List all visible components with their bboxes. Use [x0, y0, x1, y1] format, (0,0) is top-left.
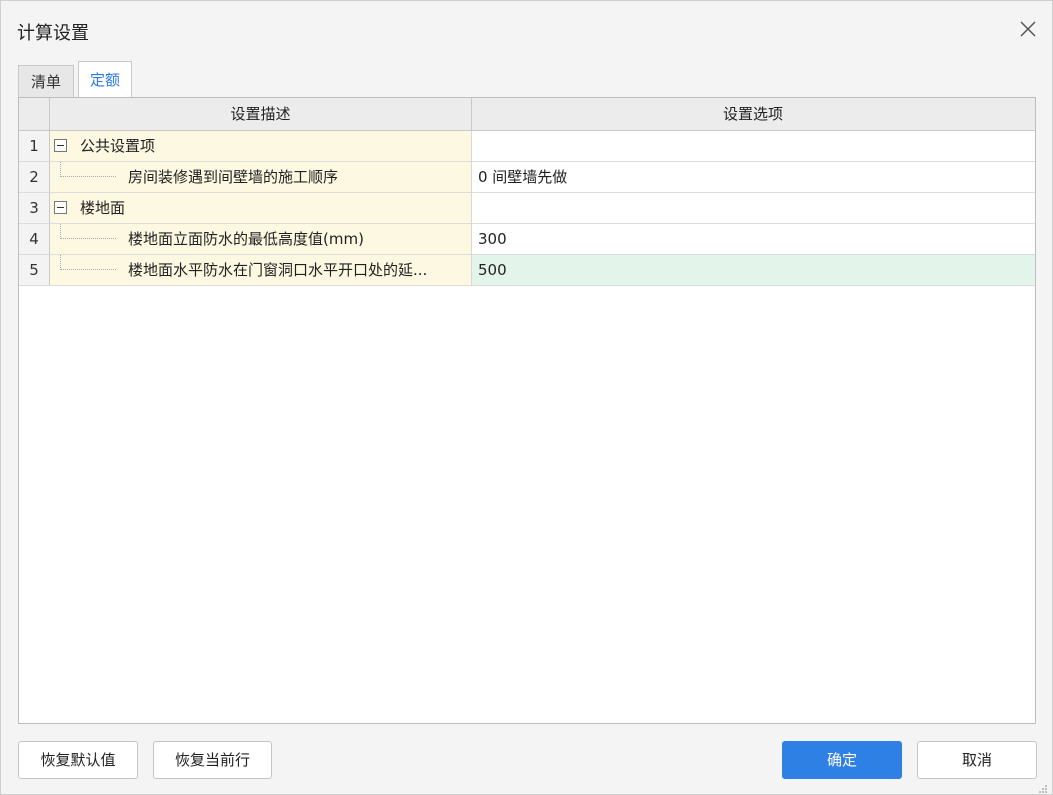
table-row[interactable]: 2 房间装修遇到间壁墙的施工顺序 0 间壁墙先做: [19, 162, 1035, 193]
setting-label: 楼地面立面防水的最低高度值(mm): [128, 230, 364, 248]
tree-connector: [60, 162, 61, 177]
header-rownum: [19, 98, 50, 130]
grid-header: 设置描述 设置选项: [19, 98, 1035, 131]
row-number: 1: [19, 131, 50, 161]
tree-connector: [60, 269, 116, 270]
restore-current-row-button[interactable]: 恢复当前行: [153, 741, 272, 779]
close-icon[interactable]: [1016, 17, 1040, 41]
tab-dinge[interactable]: 定额: [78, 61, 132, 99]
tab-qingdan[interactable]: 清单: [18, 65, 74, 99]
row-number: 2: [19, 162, 50, 192]
table-row[interactable]: 3 楼地面: [19, 193, 1035, 224]
collapse-icon[interactable]: [54, 139, 67, 152]
row-option-cell[interactable]: 500: [472, 255, 1035, 285]
tree-connector: [60, 238, 116, 239]
setting-label: 房间装修遇到间壁墙的施工顺序: [128, 168, 339, 186]
row-number: 5: [19, 255, 50, 285]
group-label: 公共设置项: [80, 137, 156, 155]
table-row[interactable]: 4 楼地面立面防水的最低高度值(mm) 300: [19, 224, 1035, 255]
row-option-cell[interactable]: 300: [472, 224, 1035, 254]
row-option-cell[interactable]: 0 间壁墙先做: [472, 162, 1035, 192]
cancel-button[interactable]: 取消: [917, 741, 1037, 779]
tree-connector: [60, 224, 61, 239]
table-row-selected[interactable]: 5 楼地面水平防水在门窗洞口水平开口处的延... 500: [19, 255, 1035, 286]
settings-grid: 设置描述 设置选项 1 公共设置项 2 房间装修遇到间壁墙的施工顺序 0 间壁墙…: [18, 97, 1036, 724]
dialog-title: 计算设置: [17, 23, 89, 44]
header-options: 设置选项: [722, 105, 783, 123]
row-description-cell: 公共设置项: [50, 131, 472, 161]
tree-connector: [60, 255, 61, 270]
row-option-cell[interactable]: [472, 193, 1035, 223]
resize-grip-icon[interactable]: [1038, 780, 1048, 793]
restore-default-button[interactable]: 恢复默认值: [18, 741, 138, 779]
row-description-cell: 楼地面立面防水的最低高度值(mm): [50, 224, 472, 254]
row-description-cell: 房间装修遇到间壁墙的施工顺序: [50, 162, 472, 192]
table-row[interactable]: 1 公共设置项: [19, 131, 1035, 162]
header-description: 设置描述: [50, 98, 472, 130]
collapse-icon[interactable]: [54, 201, 67, 214]
setting-label: 楼地面水平防水在门窗洞口水平开口处的延...: [128, 261, 428, 279]
title-bar: 计算设置: [1, 1, 1052, 61]
row-description-cell: 楼地面: [50, 193, 472, 223]
ok-button[interactable]: 确定: [782, 741, 902, 779]
tree-connector: [60, 176, 116, 177]
row-number: 4: [19, 224, 50, 254]
row-option-cell[interactable]: [472, 131, 1035, 161]
calc-settings-dialog: 计算设置 清单 定额 设置描述 设置选项 1 公共设置项 2 房间装修遇到间壁墙…: [0, 0, 1053, 795]
row-description-cell: 楼地面水平防水在门窗洞口水平开口处的延...: [50, 255, 472, 285]
group-label: 楼地面: [80, 199, 126, 217]
row-number: 3: [19, 193, 50, 223]
